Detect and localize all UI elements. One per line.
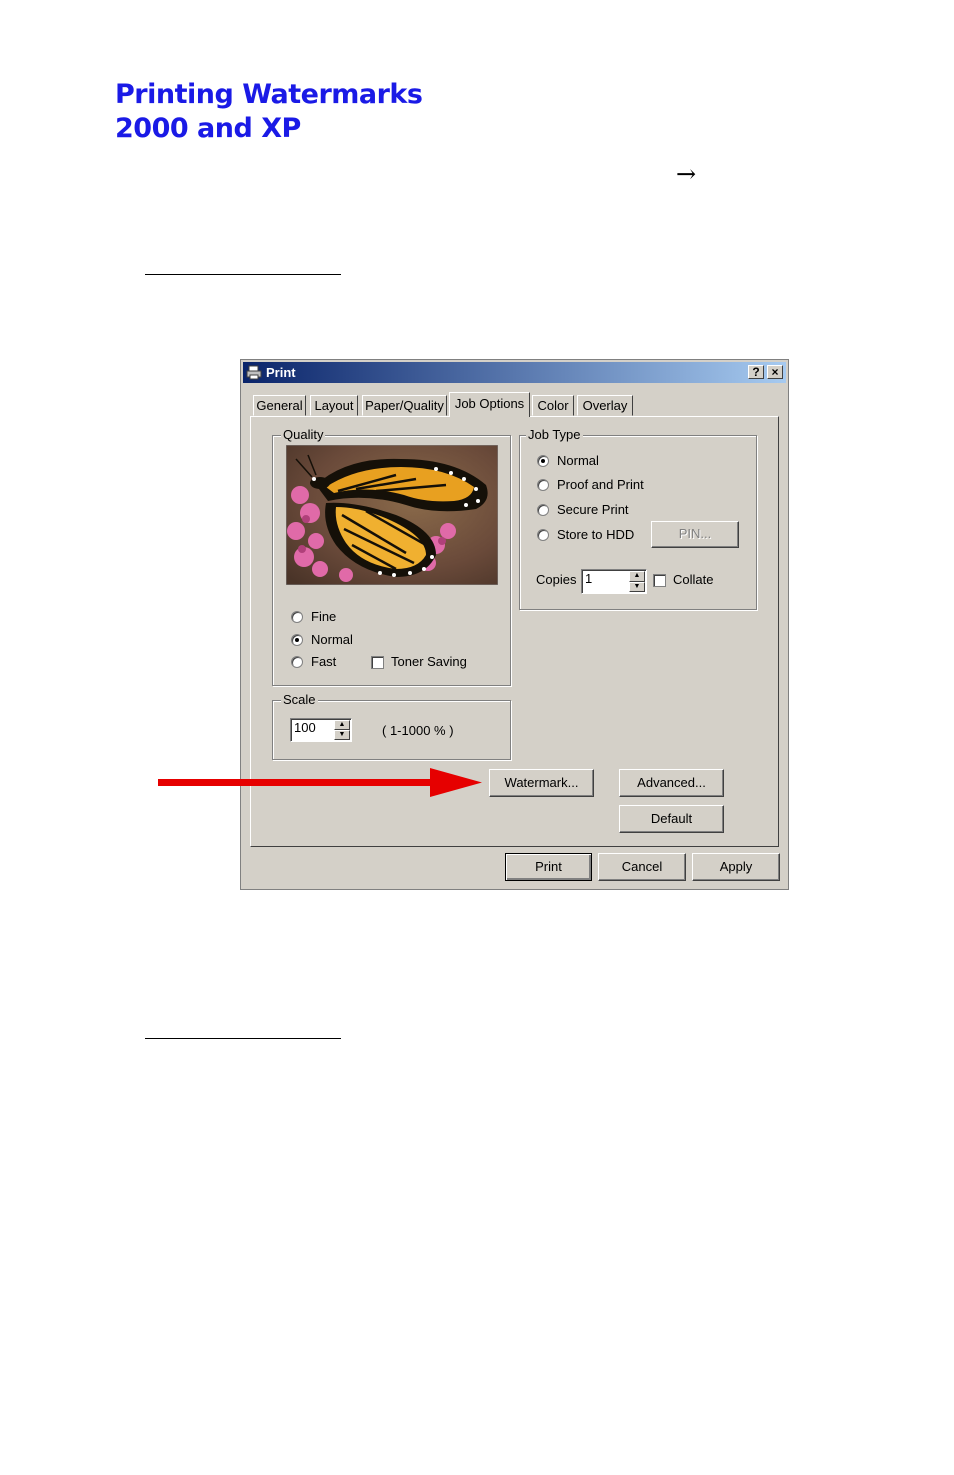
- right-arrow-icon: →: [676, 160, 697, 188]
- quality-label: Quality: [281, 427, 326, 442]
- help-button[interactable]: ?: [748, 365, 764, 379]
- callout-arrow-icon: [158, 768, 482, 797]
- dialog-title: Print: [266, 365, 296, 380]
- copies-up-icon[interactable]: ▲: [629, 571, 645, 582]
- tab-color[interactable]: Color: [532, 395, 574, 416]
- job-proof-radio[interactable]: [537, 479, 549, 491]
- divider: [145, 1038, 341, 1039]
- watermark-button[interactable]: Watermark...: [489, 769, 594, 797]
- page-title-line-2: 2000 and XP: [115, 113, 301, 144]
- job-proof-label: Proof and Print: [557, 477, 644, 492]
- title-bar[interactable]: Print ? ×: [243, 362, 786, 383]
- job-type-group: Job Type Normal Proof and Print Secure P…: [519, 427, 757, 610]
- job-type-label: Job Type: [526, 427, 583, 442]
- tab-overlay[interactable]: Overlay: [577, 395, 633, 416]
- scale-value: 100: [294, 720, 316, 735]
- quality-fine-radio[interactable]: [291, 611, 303, 623]
- printer-icon: [246, 365, 262, 380]
- default-button[interactable]: Default: [619, 805, 724, 833]
- quality-group: Quality Fine Normal Fast Toner Saving: [272, 427, 511, 686]
- scale-group: Scale 100 ▲ ▼ ( 1-1000 % ): [272, 692, 511, 760]
- print-dialog: Print ? × General Layout Paper/Quality J…: [240, 359, 789, 890]
- quality-normal-label: Normal: [311, 632, 353, 647]
- scale-range-text: ( 1-1000 % ): [382, 723, 454, 738]
- copies-value: 1: [585, 571, 593, 586]
- copies-down-icon[interactable]: ▼: [629, 581, 645, 592]
- advanced-button[interactable]: Advanced...: [619, 769, 724, 797]
- copies-spinbox[interactable]: 1 ▲ ▼: [581, 569, 647, 594]
- tab-job-options[interactable]: Job Options: [449, 392, 530, 417]
- job-store-label: Store to HDD: [557, 527, 635, 542]
- apply-button[interactable]: Apply: [692, 853, 780, 881]
- quality-fine-label: Fine: [311, 609, 337, 624]
- scale-up-icon[interactable]: ▲: [334, 720, 350, 730]
- page-title: Printing Watermarks 2000 and XP: [115, 78, 423, 146]
- scale-down-icon[interactable]: ▼: [334, 730, 350, 740]
- cancel-button[interactable]: Cancel: [598, 853, 686, 881]
- quality-preview-image: [286, 445, 498, 585]
- job-normal-radio[interactable]: [537, 455, 549, 467]
- job-store-radio[interactable]: [537, 529, 549, 541]
- tab-paper-quality[interactable]: Paper/Quality: [362, 395, 447, 416]
- close-button[interactable]: ×: [767, 365, 783, 379]
- collate-checkbox[interactable]: [653, 574, 666, 587]
- quality-fast-label: Fast: [311, 654, 337, 669]
- tab-general[interactable]: General: [253, 395, 306, 416]
- pin-button[interactable]: PIN...: [651, 521, 739, 548]
- copies-label: Copies: [536, 572, 577, 587]
- quality-fast-radio[interactable]: [291, 656, 303, 668]
- scale-label: Scale: [281, 692, 318, 707]
- collate-label: Collate: [673, 572, 714, 587]
- job-normal-label: Normal: [557, 453, 599, 468]
- print-button[interactable]: Print: [505, 853, 592, 881]
- toner-saving-label: Toner Saving: [391, 654, 467, 669]
- scale-spinbox[interactable]: 100 ▲ ▼: [290, 718, 352, 742]
- page-title-line-1: Printing Watermarks: [115, 79, 423, 110]
- toner-saving-checkbox[interactable]: [371, 656, 384, 669]
- tab-layout[interactable]: Layout: [310, 395, 358, 416]
- quality-normal-radio[interactable]: [291, 634, 303, 646]
- job-secure-label: Secure Print: [557, 502, 629, 517]
- job-secure-radio[interactable]: [537, 504, 549, 516]
- divider: [145, 274, 341, 275]
